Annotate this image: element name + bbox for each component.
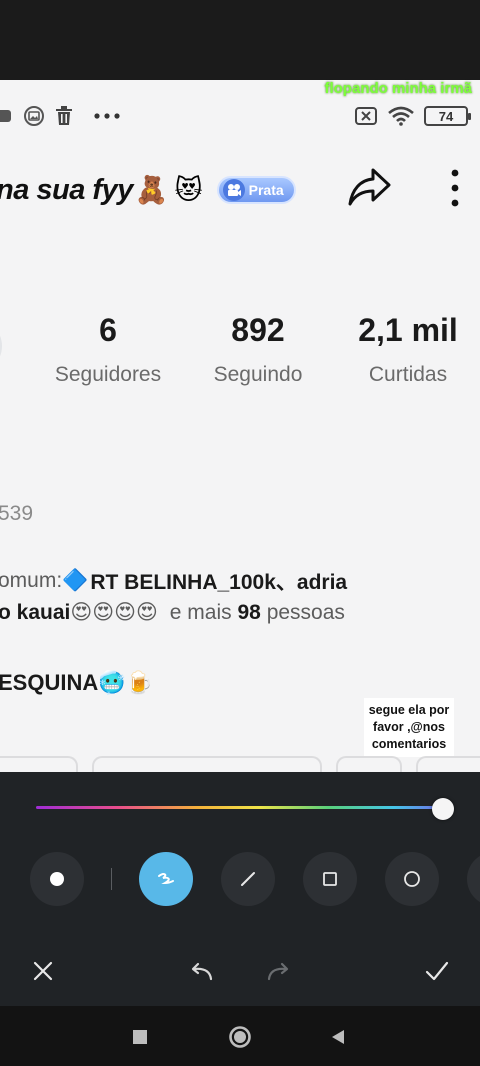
vertical-dots-icon (451, 169, 459, 207)
mutual-more-count: 98 (237, 601, 261, 624)
status-bar: 74 (0, 106, 480, 130)
undo-icon (191, 962, 213, 981)
drawing-toolbar (0, 772, 480, 1006)
close-button[interactable] (28, 956, 58, 986)
share-button[interactable] (344, 162, 394, 212)
home-circle-icon (229, 1026, 251, 1048)
rectangle-tool-icon (323, 872, 337, 886)
redo-button[interactable] (264, 956, 294, 986)
level-badge[interactable]: Prata (216, 176, 296, 204)
color-slider-track[interactable] (36, 806, 442, 809)
system-nav-bar (0, 1006, 480, 1066)
heart-eyes-cat-emoji: 😻 (174, 174, 203, 205)
line-tool-icon (241, 872, 255, 886)
camera-icon (222, 179, 245, 201)
undo-button[interactable] (186, 956, 216, 986)
share-arrow-icon (348, 168, 391, 206)
avatar[interactable] (0, 318, 2, 374)
mutual-prefix: omum: (0, 569, 63, 592)
stat-label: Curtidas (368, 363, 448, 386)
stat-followers[interactable]: 6 Seguidores (44, 312, 172, 387)
stat-value: 6 (99, 312, 117, 348)
trash-icon (54, 106, 74, 126)
close-icon (33, 961, 53, 981)
profile-screen: 74 na sua fyy 🧸 😻 Prata 6 Seguidores 892… (0, 80, 480, 772)
back-triangle-icon (332, 1030, 344, 1044)
status-left-icons (0, 106, 122, 126)
stat-value: 892 (231, 312, 285, 348)
teddy-bear-emoji: 🧸 (134, 175, 169, 205)
text-sticker[interactable]: segue ela por favor ,@nos comentarios (364, 698, 454, 757)
stat-following[interactable]: 892 Seguindo (196, 312, 320, 387)
profile-action-button[interactable] (336, 756, 402, 772)
circle-tool-icon (404, 871, 420, 887)
profile-action-button[interactable] (0, 756, 78, 772)
mutual-name-2: o kauai (0, 601, 71, 624)
bio-emojis: 🥶🍺 (98, 670, 154, 695)
profile-action-button[interactable] (92, 756, 322, 772)
mutual-followers-line-1[interactable]: omum: 🔷 RT BELINHA_100k、adria (0, 566, 347, 596)
line-tool-button[interactable] (221, 852, 275, 906)
mutual-names: RT BELINHA_100k、adria (90, 571, 348, 594)
check-icon (425, 961, 449, 981)
profile-button-row (0, 756, 480, 772)
back-button[interactable] (325, 1024, 351, 1050)
stat-label: Seguidores (54, 363, 162, 386)
screen-root: 74 na sua fyy 🧸 😻 Prata 6 Seguidores 892… (0, 0, 480, 1066)
photo-notification-icon (0, 106, 14, 126)
home-button[interactable] (227, 1024, 253, 1050)
profile-name: na sua fyy (0, 173, 133, 206)
top-letterbox (0, 0, 480, 80)
stat-label: Seguindo (213, 363, 303, 386)
stat-likes[interactable]: 2,1 mil Curtidas (350, 312, 466, 387)
wifi-icon (388, 106, 414, 126)
mutual-more-suffix: pessoas (266, 601, 345, 624)
pen-tool-icon (158, 873, 174, 885)
mutual-emoji: 🔷 (62, 569, 89, 592)
mutual-followers-line-2[interactable]: o kauai😍😍😍😍 e mais 98 pessoas (0, 600, 345, 625)
brush-size-button[interactable] (30, 852, 84, 906)
sim-off-icon (354, 106, 378, 126)
stat-value: 2,1 mil (358, 312, 458, 348)
rectangle-tool-button[interactable] (303, 852, 357, 906)
profile-action-button[interactable] (416, 756, 480, 772)
image-icon (24, 106, 44, 126)
status-right-icons: 74 (354, 106, 471, 126)
redo-icon (267, 962, 289, 981)
square-icon (133, 1030, 147, 1044)
badge-label: Prata (248, 182, 284, 198)
recents-button[interactable] (127, 1024, 153, 1050)
confirm-button[interactable] (422, 956, 452, 986)
user-id-text: 539 (0, 502, 34, 525)
profile-title-row: na sua fyy 🧸 😻 Prata (0, 168, 296, 212)
video-caption: flopando minha irmã (324, 80, 472, 97)
mutual-more-prefix: e mais (169, 601, 232, 624)
dot-brush-icon (50, 872, 64, 886)
more-menu-button[interactable] (440, 164, 470, 212)
pen-tool-button[interactable] (139, 852, 193, 906)
circle-tool-button[interactable] (385, 852, 439, 906)
bio-text: ESQUINA🥶🍺 (0, 670, 153, 696)
battery-indicator: 74 (424, 106, 471, 126)
more-dots-icon (92, 106, 122, 126)
color-slider-thumb[interactable] (432, 798, 454, 820)
heart-eyes-emojis: 😍😍😍😍 (70, 601, 158, 624)
extra-tool-button[interactable] (467, 852, 480, 906)
toolbar-divider (111, 868, 112, 890)
bio-label: ESQUINA (0, 670, 99, 695)
